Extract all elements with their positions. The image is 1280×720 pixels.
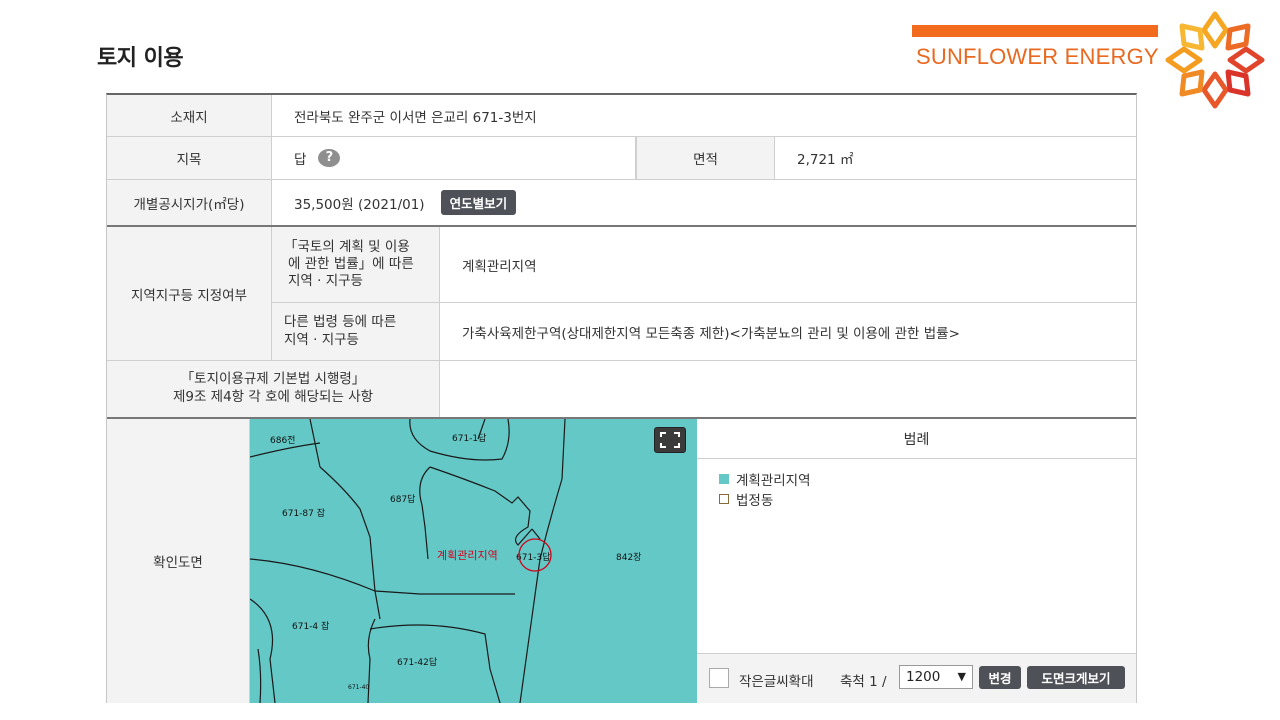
brand-name: SUNFLOWER ENERGY [916,44,1159,69]
brand-bar [912,25,1158,37]
decree-row: 「토지이용규제 기본법 시행령」 제9조 제4항 각 호에 해당되는 사항 [107,361,1136,419]
legend-item-label: 법정동 [736,493,774,509]
law1-label: 「국토의 계획 및 이용 에 관한 법률」에 따른 지역 · 지구등 [272,227,440,302]
scale-label: 축척 1 / [840,674,887,690]
legend-swatch-outline [719,494,729,504]
price-cell: 35,500원 (2021/01) 연도별보기 [272,180,1136,225]
law2-value: 가축사육제한구역(상대제한지역 모든축종 제한)<가축분뇨의 관리 및 이용에 … [462,325,960,342]
land-category-value: 답 [294,152,307,168]
parcel-label: 671-40 [348,684,369,691]
parcel-label: 671-42답 [397,656,437,668]
parcel-label: 686전 [270,435,295,446]
legend-item: 법정동 [719,489,773,509]
law1-value: 계획관리지역 [462,258,537,275]
sunflower-logo-icon [1165,11,1265,109]
category-row: 지목 답 ? 면적 2,721 ㎡ [107,137,1136,180]
scale-select[interactable]: 1200 ▼ [899,665,973,689]
location-label: 소재지 [107,95,272,136]
price-row: 개별공시지가(㎡당) 35,500원 (2021/01) 연도별보기 [107,180,1136,227]
law2-label-line: 지역 · 지구등 [284,331,359,348]
fullscreen-icon [660,432,680,448]
parcel-label: 842장 [616,552,641,563]
location-row: 소재지 전라북도 완주군 이서면 은교리 671-3번지 [107,95,1136,137]
land-category-label: 지목 [107,137,272,179]
price-label: 개별공시지가(㎡당) [107,180,272,225]
legend-panel: 범례 계획관리지역 법정동 작은글씨확대 축척 1 / 1200 ▼ 변경 도면… [697,419,1136,703]
law2-label: 다른 법령 등에 따른 지역 · 지구등 [272,303,440,360]
parcel-label: 671-1답 [452,432,486,444]
area-label: 면적 [636,137,775,179]
legend-swatch-teal [719,474,729,484]
scale-select-value: 1200 [906,669,941,685]
legend-item: 계획관리지역 [719,469,811,489]
decree-value [440,361,1136,417]
legend-title: 범례 [697,419,1136,459]
decree-label-line: 제9조 제4항 각 호에 해당되는 사항 [172,389,374,405]
enlarge-text-checkbox[interactable] [709,668,729,688]
law2-label-line: 다른 법령 등에 따른 [284,314,397,331]
chevron-down-icon: ▼ [957,670,966,683]
law1-label-line: 「국토의 계획 및 이용 [284,238,410,255]
land-category-cell: 답 ? [272,137,636,179]
area-value: 2,721 ㎡ [797,152,854,168]
legend-item-label: 계획관리지역 [736,473,811,489]
parcel-map[interactable]: 686전 671-1답 687답 671-87 잡 671-3답 842장 67… [250,419,697,703]
law1-row: 「국토의 계획 및 이용 에 관한 법률」에 따른 지역 · 지구등 계획관리지… [272,227,1136,303]
parcel-lines: 686전 671-1답 687답 671-87 잡 671-3답 842장 67… [250,419,641,703]
decree-label: 「토지이용규제 기본법 시행령」 제9조 제4항 각 호에 해당되는 사항 [107,361,440,417]
law1-label-line: 에 관한 법률」에 따른 [288,255,414,272]
map-controls: 작은글씨확대 축척 1 / 1200 ▼ 변경 도면크게보기 [697,653,1136,703]
map-label: 확인도면 [107,419,250,703]
zone-map-label: 계획관리지역 [437,549,498,562]
land-use-table: 소재지 전라북도 완주군 이서면 은교리 671-3번지 지목 답 ? 면적 2… [106,93,1137,703]
page-title: 토지 이용 [97,46,184,71]
parcel-label: 687답 [390,493,415,505]
decree-label-line: 「토지이용규제 기본법 시행령」 [180,371,366,388]
law2-row: 다른 법령 등에 따른 지역 · 지구등 가축사육제한구역(상대제한지역 모든축… [272,303,1136,361]
help-icon[interactable]: ? [318,149,341,167]
enlarge-text-label: 작은글씨확대 [739,674,814,690]
parcel-label: 671-3답 [516,551,550,563]
large-map-button[interactable]: 도면크게보기 [1027,666,1125,689]
change-scale-button[interactable]: 변경 [979,666,1021,689]
zone-label: 지역지구등 지정여부 [107,227,272,361]
location-value: 전라북도 완주군 이서면 은교리 671-3번지 [294,109,537,126]
yearly-view-button[interactable]: 연도별보기 [440,190,517,215]
law1-label-line: 지역 · 지구등 [288,273,363,290]
price-value: 35,500원 (2021/01) [294,196,425,213]
parcel-label: 671-4 잡 [292,620,329,632]
parcel-label: 671-87 잡 [282,507,325,519]
fullscreen-button[interactable] [654,427,686,453]
